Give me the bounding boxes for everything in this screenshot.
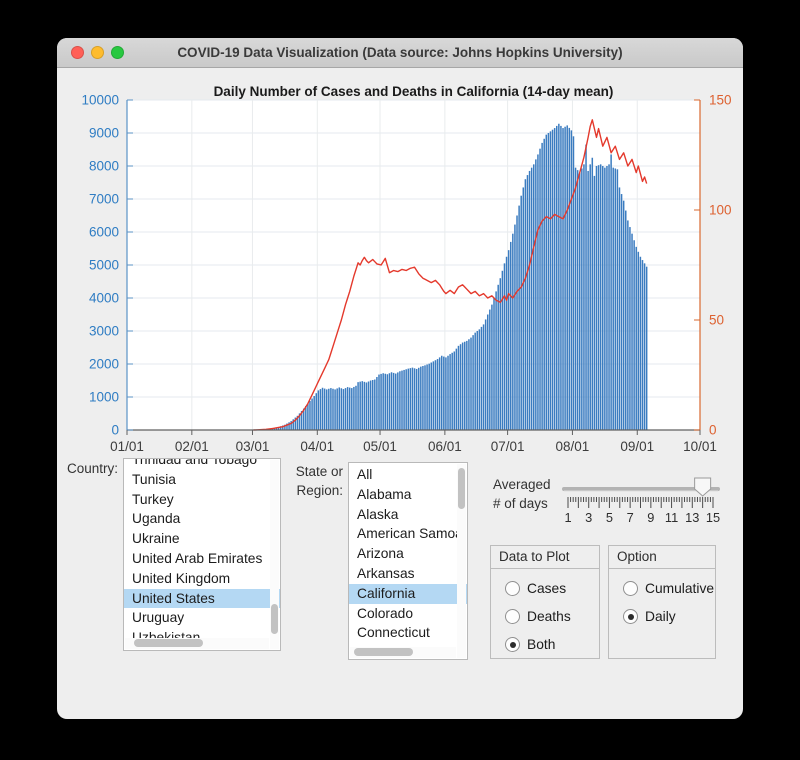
radio-label: Deaths	[527, 609, 571, 624]
svg-text:15: 15	[706, 510, 720, 525]
svg-text:13: 13	[685, 510, 699, 525]
app-window: COVID-19 Data Visualization (Data source…	[57, 38, 743, 719]
radio-option-cumulative[interactable]: Cumulative	[623, 580, 715, 597]
svg-text:4000: 4000	[89, 291, 119, 306]
state-label: State or Region:	[287, 462, 343, 500]
list-item[interactable]: Arizona	[349, 544, 467, 564]
radio-label: Cases	[527, 581, 566, 596]
titlebar[interactable]: COVID-19 Data Visualization (Data source…	[57, 38, 743, 68]
vertical-scrollbar-thumb[interactable]	[458, 468, 465, 509]
radio-option-both[interactable]: Both	[505, 636, 599, 653]
svg-text:05/01: 05/01	[363, 439, 397, 454]
list-item[interactable]: Turkey	[124, 490, 280, 510]
svg-text:09/01: 09/01	[620, 439, 654, 454]
svg-text:7000: 7000	[89, 192, 119, 207]
svg-text:0: 0	[111, 423, 119, 438]
list-rows: AllAlabamaAlaskaAmerican SamoaArizonaArk…	[349, 465, 467, 660]
svg-text:11: 11	[665, 510, 678, 525]
list-item[interactable]: Arkansas	[349, 564, 467, 584]
list-item[interactable]: Colorado	[349, 604, 467, 624]
desktop: { "window": {"title": "COVID-19 Data Vis…	[0, 0, 800, 760]
svg-text:3000: 3000	[89, 324, 119, 339]
radio-label: Both	[527, 637, 555, 652]
radio-option-daily[interactable]: Daily	[623, 608, 715, 625]
svg-text:1000: 1000	[89, 390, 119, 405]
window-title: COVID-19 Data Visualization (Data source…	[57, 45, 743, 60]
radio-button[interactable]	[623, 581, 638, 596]
chart-canvas: 0100020003000400050006000700080009000100…	[57, 67, 743, 467]
list-item-selected[interactable]: United States	[124, 589, 280, 609]
country-label: Country:	[65, 459, 118, 478]
days-slider[interactable]: 13579111315	[560, 471, 722, 527]
horizontal-scrollbar-thumb[interactable]	[354, 648, 412, 656]
list-item[interactable]: Alaska	[349, 505, 467, 525]
list-item[interactable]: Ukraine	[124, 529, 280, 549]
svg-text:02/01: 02/01	[175, 439, 209, 454]
list-item[interactable]: Alabama	[349, 485, 467, 505]
list-item[interactable]: Tunisia	[124, 470, 280, 490]
vertical-scrollbar[interactable]	[270, 460, 279, 649]
country-listbox[interactable]: Trinidad and TobagoTunisiaTurkeyUgandaUk…	[123, 458, 281, 651]
radio-dot	[628, 614, 634, 620]
radio-button[interactable]	[623, 609, 638, 624]
svg-text:03/01: 03/01	[236, 439, 270, 454]
svg-text:5: 5	[606, 510, 613, 525]
svg-text:07/01: 07/01	[491, 439, 525, 454]
svg-text:10000: 10000	[81, 93, 119, 108]
list-item[interactable]: American Samoa	[349, 524, 467, 544]
horizontal-scrollbar-thumb[interactable]	[134, 639, 203, 647]
slider-thumb[interactable]	[695, 478, 711, 496]
list-item[interactable]: Trinidad and Tobago	[124, 458, 280, 470]
list-item[interactable]: Connecticut	[349, 623, 467, 643]
svg-text:5000: 5000	[89, 258, 119, 273]
horizontal-scrollbar[interactable]	[350, 647, 456, 658]
svg-text:01/01: 01/01	[110, 439, 144, 454]
radio-button[interactable]	[505, 637, 520, 652]
list-item[interactable]: United Kingdom	[124, 569, 280, 589]
svg-text:9000: 9000	[89, 126, 119, 141]
state-listbox[interactable]: AllAlabamaAlaskaAmerican SamoaArizonaArk…	[348, 462, 468, 660]
list-item[interactable]: All	[349, 465, 467, 485]
list-item[interactable]: Uruguay	[124, 608, 280, 628]
svg-text:06/01: 06/01	[428, 439, 462, 454]
svg-text:6000: 6000	[89, 225, 119, 240]
vertical-scrollbar-thumb[interactable]	[271, 604, 278, 634]
svg-text:0: 0	[709, 423, 717, 438]
radio-option-deaths[interactable]: Deaths	[505, 608, 599, 625]
svg-text:2000: 2000	[89, 357, 119, 372]
svg-text:100: 100	[709, 203, 732, 218]
list-rows: Trinidad and TobagoTunisiaTurkeyUgandaUk…	[124, 458, 280, 648]
svg-text:7: 7	[627, 510, 634, 525]
radio-label: Cumulative	[645, 581, 714, 596]
svg-text:9: 9	[647, 510, 654, 525]
svg-text:3: 3	[585, 510, 592, 525]
radio-label: Daily	[645, 609, 676, 624]
svg-text:50: 50	[709, 313, 724, 328]
radio-dot	[510, 642, 516, 648]
horizontal-scrollbar[interactable]	[125, 638, 269, 649]
slider-label: Averaged # of days	[493, 475, 563, 513]
radio-button[interactable]	[505, 609, 520, 624]
list-item[interactable]: Uganda	[124, 509, 280, 529]
svg-text:8000: 8000	[89, 159, 119, 174]
radio-option-cases[interactable]: Cases	[505, 580, 599, 597]
svg-text:04/01: 04/01	[300, 439, 334, 454]
radio-button[interactable]	[505, 581, 520, 596]
group-title: Data to Plot	[491, 546, 599, 569]
list-item-selected[interactable]: California	[349, 584, 467, 604]
svg-text:08/01: 08/01	[556, 439, 590, 454]
vertical-scrollbar[interactable]	[457, 464, 466, 658]
group-title: Option	[609, 546, 715, 569]
svg-text:150: 150	[709, 93, 732, 108]
svg-text:10/01: 10/01	[683, 439, 717, 454]
data-to-plot-group: Data to Plot Cases Deaths Both	[490, 545, 600, 659]
option-group: Option Cumulative Daily	[608, 545, 716, 659]
list-item[interactable]: United Arab Emirates	[124, 549, 280, 569]
svg-text:1: 1	[564, 510, 571, 525]
